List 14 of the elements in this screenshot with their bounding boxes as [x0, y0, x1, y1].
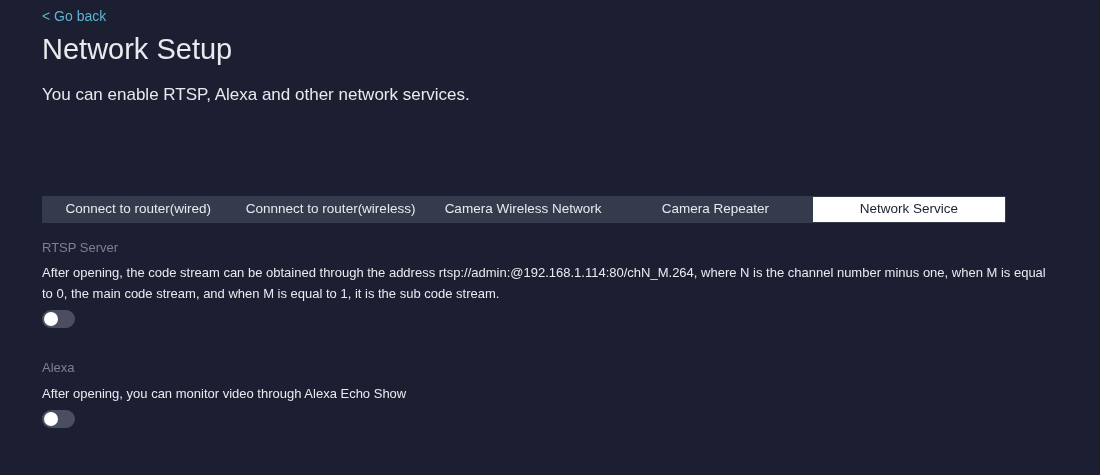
- service-name: RTSP Server: [42, 238, 119, 257]
- tab[interactable]: Network Service: [812, 196, 1006, 222]
- page-title: Network Setup: [42, 32, 233, 67]
- tab[interactable]: Connnect to router(wireless): [234, 195, 427, 223]
- tab[interactable]: Connect to router(wired): [42, 195, 235, 223]
- page-subtitle: You can enable RTSP, Alexa and other network services.: [42, 84, 470, 106]
- tab[interactable]: Camera Repeater: [619, 195, 812, 223]
- toggle-switch[interactable]: [42, 409, 75, 428]
- go-back-link[interactable]: < Go back: [42, 6, 107, 27]
- toggle-switch[interactable]: [42, 310, 75, 328]
- service-description: After opening, the code stream can be obtained through the address rtsp://admin:@192.168.1.114:80/chN_M.264, where N is the channel number minus one, when M is equal to 0, the main code stream, and when M is equal to 1, it is the sub code stream.: [42, 264, 1047, 303]
- service-name: Alexa: [42, 359, 75, 377]
- tab[interactable]: Camera Wireless Network: [426, 195, 620, 223]
- service-description: After opening, you can monitor video through Alexa Echo Show: [42, 384, 408, 403]
